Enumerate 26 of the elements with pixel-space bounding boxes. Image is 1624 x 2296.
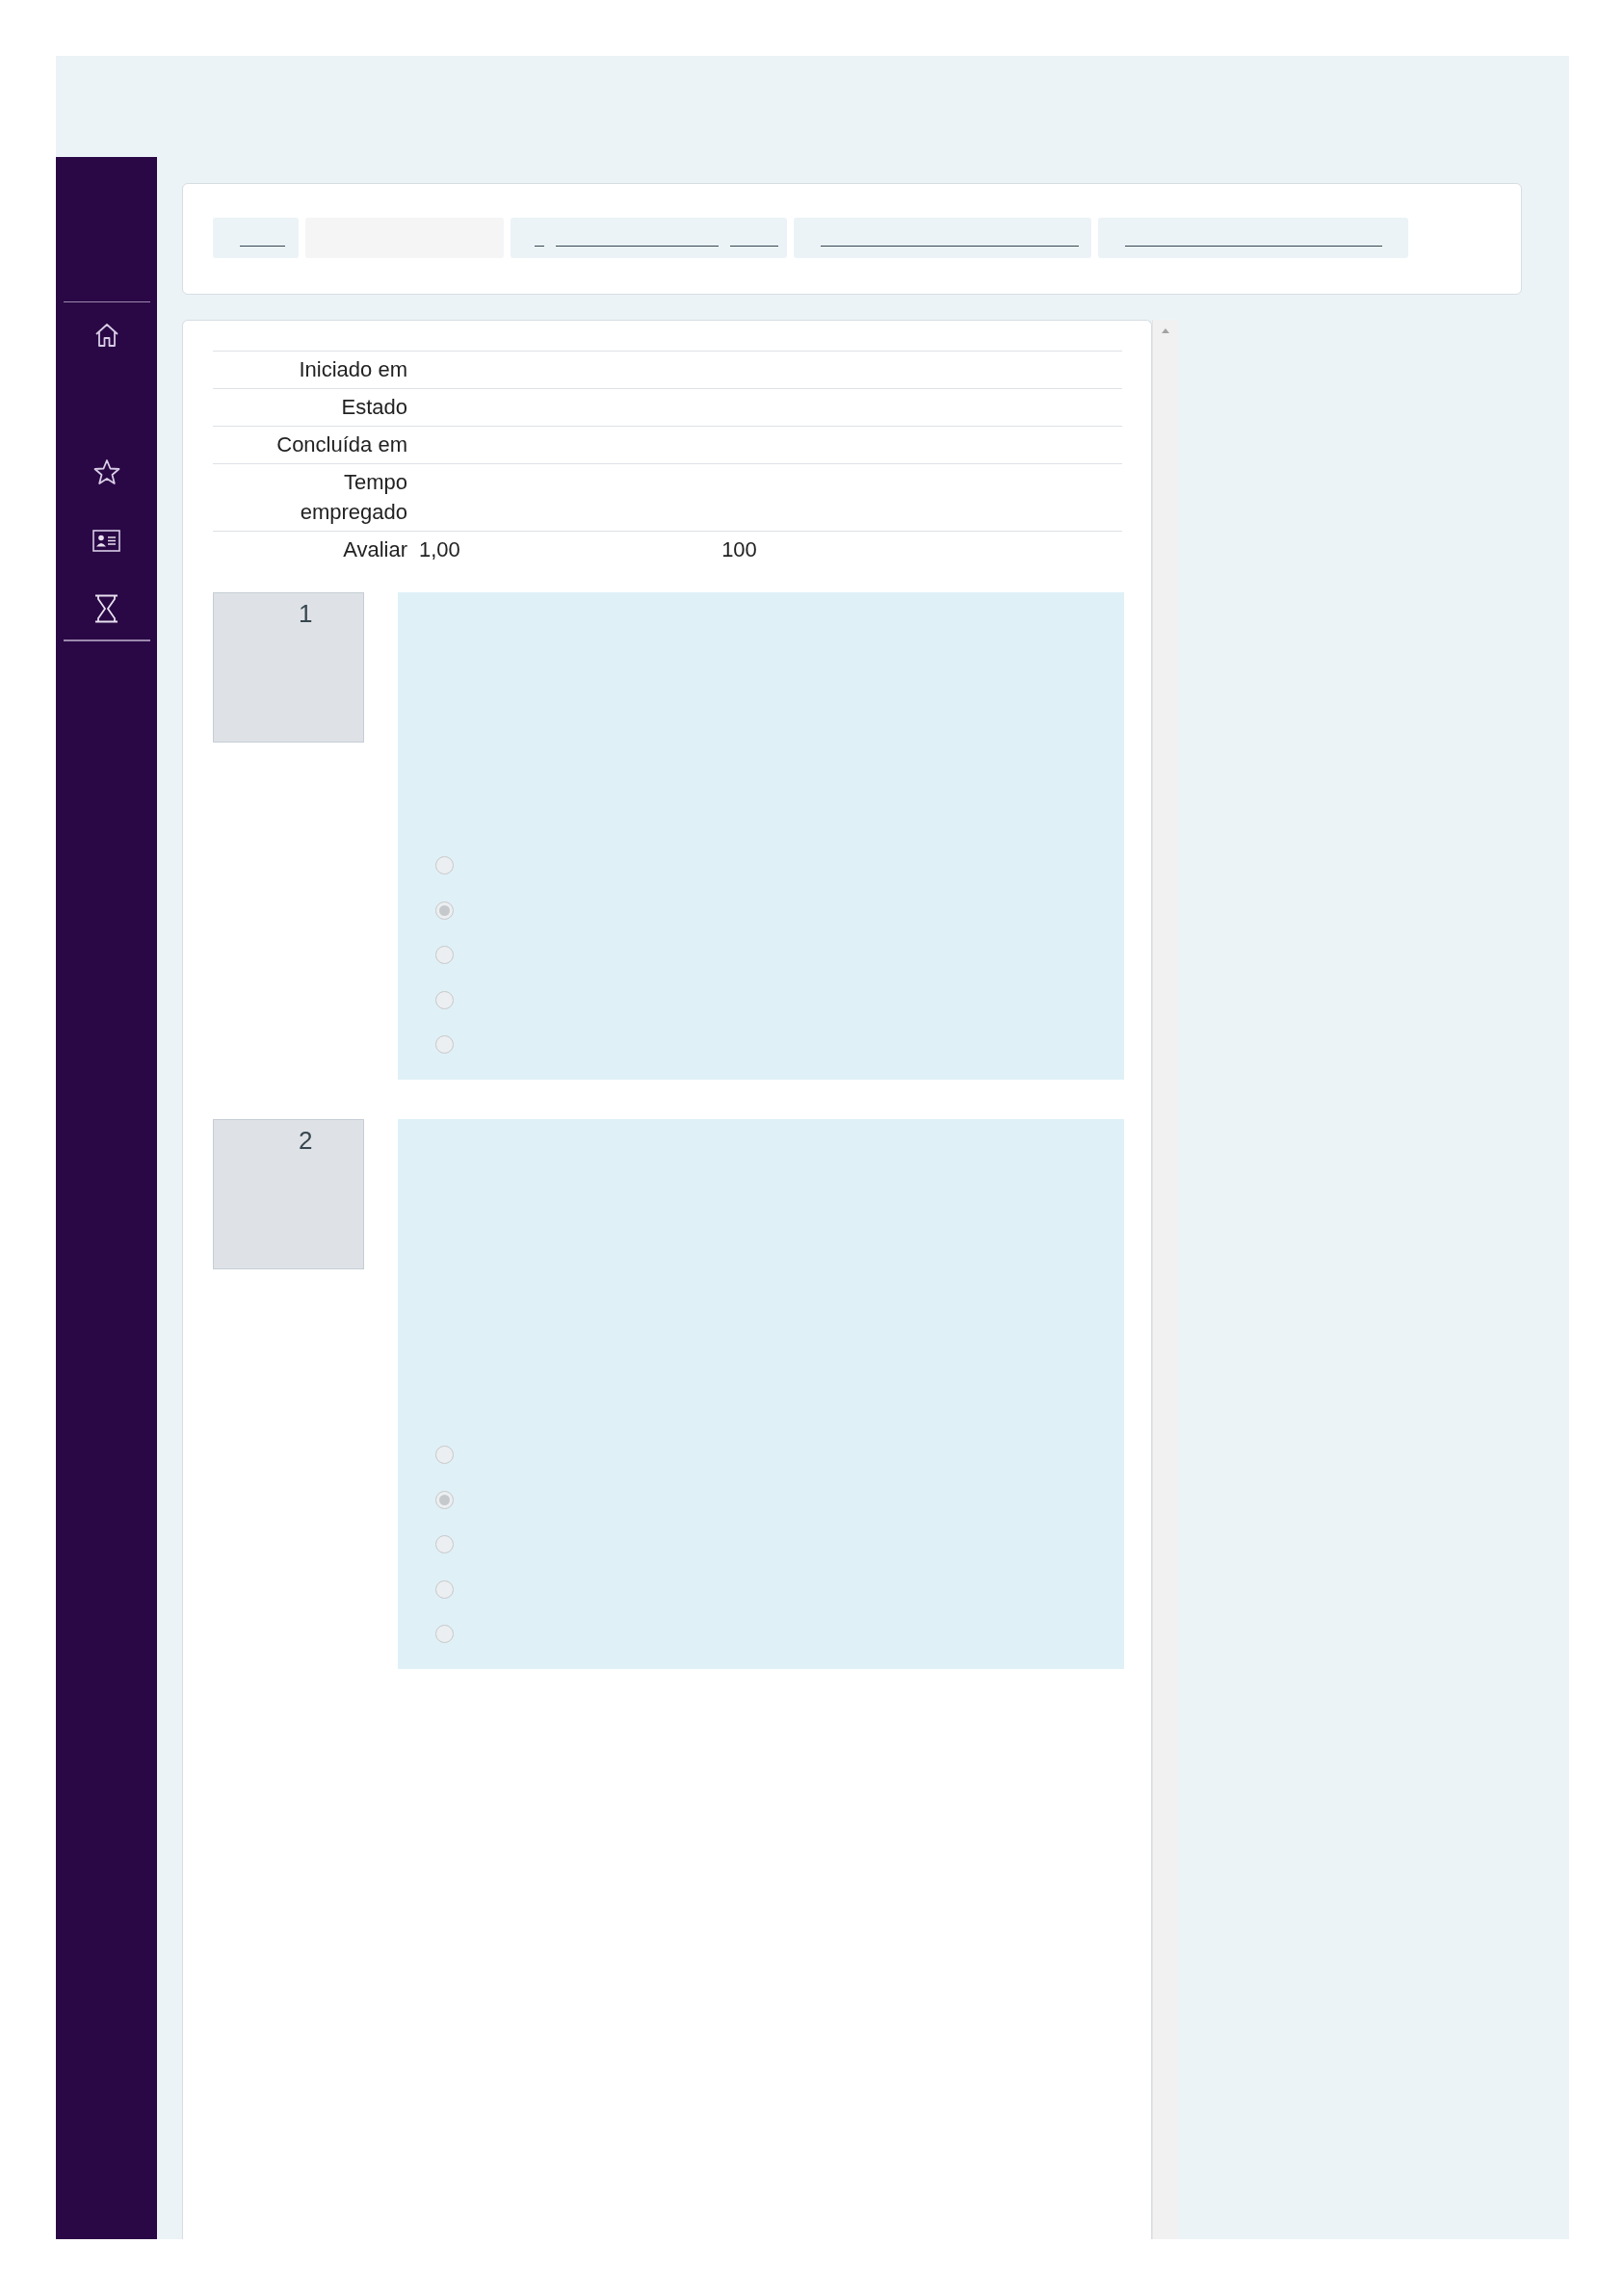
- summary-label: Avaliar: [343, 536, 407, 563]
- star-icon: [92, 458, 120, 485]
- home-icon: [93, 323, 119, 348]
- radio-button[interactable]: [435, 1035, 454, 1055]
- summary-value: 1,00: [419, 536, 461, 563]
- radio-button[interactable]: [435, 990, 454, 1009]
- summary-label: Concluída em: [276, 431, 407, 458]
- id-card-icon: [92, 529, 120, 552]
- question-number: 1: [299, 599, 313, 628]
- breadcrumb-item[interactable]: [794, 218, 1091, 258]
- scroll-up-arrow-icon[interactable]: [1162, 328, 1169, 333]
- radio-button[interactable]: [435, 1625, 454, 1644]
- scrollbar[interactable]: [1152, 320, 1178, 2239]
- summary-label: Iniciado em: [299, 356, 407, 383]
- hourglass-icon: [94, 594, 118, 623]
- summary-label: Tempo empregado: [299, 469, 407, 526]
- radio-button[interactable]: [435, 1535, 454, 1554]
- radio-button[interactable]: [435, 856, 454, 875]
- radio-button[interactable]: [435, 1579, 454, 1599]
- summary-value: 100: [721, 537, 757, 561]
- question-number: 2: [299, 1126, 313, 1155]
- radio-button[interactable]: [435, 1490, 454, 1509]
- radio-button[interactable]: [435, 946, 454, 965]
- radio-button[interactable]: [435, 900, 454, 920]
- radio-button[interactable]: [435, 1446, 454, 1465]
- summary-label: Estado: [341, 394, 407, 421]
